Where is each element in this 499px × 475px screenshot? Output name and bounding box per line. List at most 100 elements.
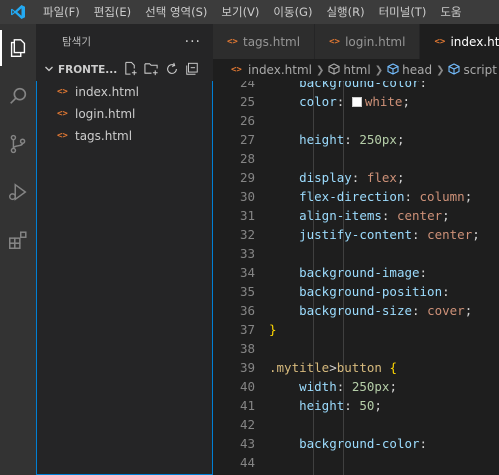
refresh-icon[interactable] — [165, 62, 179, 79]
tab-label: login.html — [345, 34, 406, 49]
code-line: 38 — [213, 339, 499, 358]
code-line: 41 height: 50; — [213, 396, 499, 415]
color-swatch[interactable] — [351, 97, 362, 107]
code-line: 40 width: 250px; — [213, 377, 499, 396]
code-line: 42 — [213, 415, 499, 434]
code-token: flex — [366, 170, 397, 185]
code-token: background-size — [299, 303, 412, 318]
code-token: width — [299, 379, 337, 394]
code-line: 31 align-items: center; — [213, 206, 499, 225]
code-token: : — [419, 81, 428, 90]
workspace-folder-header[interactable]: FRONTE... — [36, 59, 213, 81]
code-token: height — [299, 398, 345, 413]
code-token: : — [404, 189, 420, 204]
breadcrumb-head[interactable]: head — [402, 63, 432, 77]
code-token: : — [419, 265, 428, 280]
breadcrumb-file[interactable]: index.html — [248, 63, 312, 77]
code-text: .mytitle>button { — [269, 358, 397, 377]
line-number: 31 — [239, 208, 255, 223]
search-icon[interactable] — [0, 78, 36, 114]
collapse-all-icon[interactable] — [185, 62, 199, 79]
code-token: ; — [442, 208, 450, 223]
line-number: 35 — [239, 284, 255, 299]
extensions-icon[interactable] — [0, 222, 36, 258]
code-token: .mytitle — [269, 360, 330, 375]
code-text: align-items: center; — [269, 206, 450, 225]
menu-selection[interactable]: 선택 영역(S) — [138, 0, 214, 24]
code-text: background-color: — [269, 434, 427, 453]
html-file-icon: <> — [57, 131, 68, 141]
code-token: : — [344, 398, 360, 413]
new-file-icon[interactable] — [123, 61, 138, 79]
code-token: background-position — [299, 284, 443, 299]
run-debug-icon[interactable] — [0, 174, 36, 210]
line-number: 30 — [239, 189, 255, 204]
code-token: 250px — [351, 379, 390, 394]
explorer-title: 탐색기 — [62, 36, 91, 48]
line-number: 44 — [239, 455, 255, 470]
vscode-logo-icon[interactable] — [0, 0, 36, 24]
code-text: background-size: cover; — [269, 301, 472, 320]
source-control-icon[interactable] — [0, 126, 36, 162]
code-token: : — [442, 284, 450, 299]
code-token: ; — [374, 398, 382, 413]
more-actions-icon[interactable]: ··· — [185, 34, 201, 50]
code-text: width: 250px; — [269, 377, 397, 396]
html-file-icon: <> — [227, 36, 238, 47]
workspace-folder-name: FRONTE... — [58, 64, 118, 76]
tab-index[interactable]: <> index.html — [420, 24, 499, 59]
html-file-icon: <> — [329, 36, 340, 47]
file-item-index[interactable]: <> index.html — [37, 81, 212, 103]
code-line: 25 color: white; — [213, 92, 499, 111]
menu-go[interactable]: 이동(G) — [266, 0, 319, 24]
code-text: background-position: — [269, 282, 450, 301]
menu-run[interactable]: 실행(R) — [319, 0, 371, 24]
code-token: center — [396, 208, 443, 223]
code-text: background-color: — [269, 81, 427, 92]
line-number: 24 — [239, 81, 255, 90]
new-folder-icon[interactable] — [144, 61, 159, 79]
menu-terminal[interactable]: 터미널(T) — [372, 0, 434, 24]
file-tree: <> index.html <> login.html <> tags.html — [36, 81, 213, 475]
code-line: 24 background-color: — [213, 81, 499, 92]
code-line: 34 background-image: — [213, 263, 499, 282]
tab-tags[interactable]: <> tags.html — [213, 24, 316, 59]
files-icon[interactable] — [0, 30, 36, 66]
file-item-tags[interactable]: <> tags.html — [37, 125, 212, 147]
code-token: align-items — [299, 208, 382, 223]
explorer-actions — [123, 61, 199, 79]
code-token: background-image — [299, 265, 420, 280]
code-token: justify-content — [299, 227, 412, 242]
code-token: background-color — [299, 436, 420, 451]
code-line: 39 .mytitle>button { — [213, 358, 499, 377]
code-token: ; — [396, 170, 405, 185]
code-text: height: 50; — [269, 396, 382, 415]
breadcrumb-script[interactable]: script — [463, 63, 496, 77]
file-label: index.html — [75, 85, 139, 99]
breadcrumb: <> index.html ❯ html ❯ head ❯ script — [213, 59, 499, 81]
file-item-login[interactable]: <> login.html — [37, 103, 212, 125]
menu-help[interactable]: 도움 — [433, 0, 468, 24]
code-token: : — [336, 94, 352, 109]
line-number: 26 — [239, 113, 255, 128]
chevron-right-icon: ❯ — [374, 64, 384, 76]
code-token: column — [419, 189, 465, 204]
tab-login[interactable]: <> login.html — [315, 24, 421, 59]
code-token: flex-direction — [299, 189, 405, 204]
code-token: : — [412, 303, 428, 318]
html-file-icon: <> — [434, 36, 446, 47]
html-file-icon: <> — [57, 87, 68, 97]
breadcrumb-html[interactable]: html — [343, 63, 370, 77]
code-token: : — [412, 227, 428, 242]
code-editor[interactable]: 24 background-color: 25 color: white; 26 27… — [213, 81, 499, 475]
explorer-sidebar: 탐색기 ··· FRONTE... <> index.html <> login… — [36, 24, 213, 475]
line-number: 43 — [239, 436, 255, 451]
menu-bar: 파일(F) 편집(E) 선택 영역(S) 보기(V) 이동(G) 실행(R) 터… — [0, 0, 499, 24]
chevron-right-icon: ❯ — [315, 64, 325, 76]
code-text: justify-content: center; — [269, 225, 480, 244]
editor-tab-bar: <> tags.html <> login.html <> index.html — [213, 24, 499, 59]
menu-file[interactable]: 파일(F) — [36, 0, 87, 24]
line-number: 39 — [239, 360, 255, 375]
menu-view[interactable]: 보기(V) — [214, 0, 266, 24]
menu-edit[interactable]: 편집(E) — [87, 0, 138, 24]
